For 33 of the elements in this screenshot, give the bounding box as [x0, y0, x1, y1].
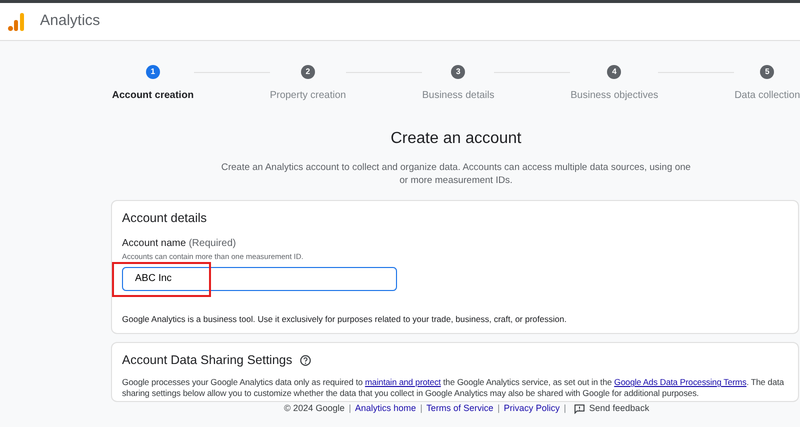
field-label: Account name (Required)	[122, 237, 237, 252]
app-title: Analytics	[40, 11, 100, 32]
help-icon[interactable]	[300, 355, 312, 366]
step-label[interactable]: Property creation	[270, 88, 346, 103]
separator-text: |	[564, 403, 566, 414]
footer-link[interactable]: Analytics home	[355, 403, 416, 414]
bar-chart-logo-icon	[8, 12, 24, 30]
card-title: Account details	[122, 210, 208, 227]
step-number[interactable]: 5	[760, 65, 774, 79]
feedback-icon[interactable]	[574, 404, 586, 414]
copyright-text: © 2024 Google	[284, 403, 345, 414]
step-label[interactable]: Account creation	[112, 88, 194, 103]
step-number[interactable]: 4	[607, 65, 622, 79]
footer-link[interactable]: Terms of Service	[426, 403, 494, 414]
separator-text: |	[420, 403, 422, 414]
footer-link[interactable]: Privacy Policy	[504, 403, 560, 414]
business-tool-note: Google Analytics is a business tool. Use it exclusively for purposes related to your trade, business, craft, or profession.	[122, 312, 568, 326]
step-number[interactable]: 2	[300, 65, 315, 79]
step-label[interactable]: Data collection	[734, 88, 800, 103]
page-description: Create an Analytics account to collect and organize data. Accounts can access multiple data sources, using one or more measurement IDs.	[221, 161, 691, 188]
account-name-field[interactable]: ABC Inc	[122, 266, 397, 291]
card-title: Account Data Sharing Settings	[122, 352, 292, 370]
page-heading: Create an account	[390, 129, 522, 149]
separator-text: |	[497, 403, 500, 414]
sharing-description: Google processes your Google Analytics data only as required to maintain and protect the Google Analytics service, as set out in the Google Ads Data Processing Terms. The data sharing settings below allow you to customize whether the data that you collect in Google Analytics may also be shared with Google for additional purposes.	[122, 377, 785, 400]
text-link[interactable]: Google Ads Data Processing Terms	[614, 377, 746, 388]
separator-text: |	[348, 403, 352, 414]
step-number[interactable]: 1	[146, 65, 160, 79]
step-label[interactable]: Business details	[422, 88, 494, 103]
step-label[interactable]: Business objectives	[570, 88, 658, 103]
step-number[interactable]: 3	[451, 65, 466, 79]
text-link[interactable]: maintain and protect	[364, 377, 441, 388]
feedback-link[interactable]: Send feedback	[589, 403, 650, 414]
